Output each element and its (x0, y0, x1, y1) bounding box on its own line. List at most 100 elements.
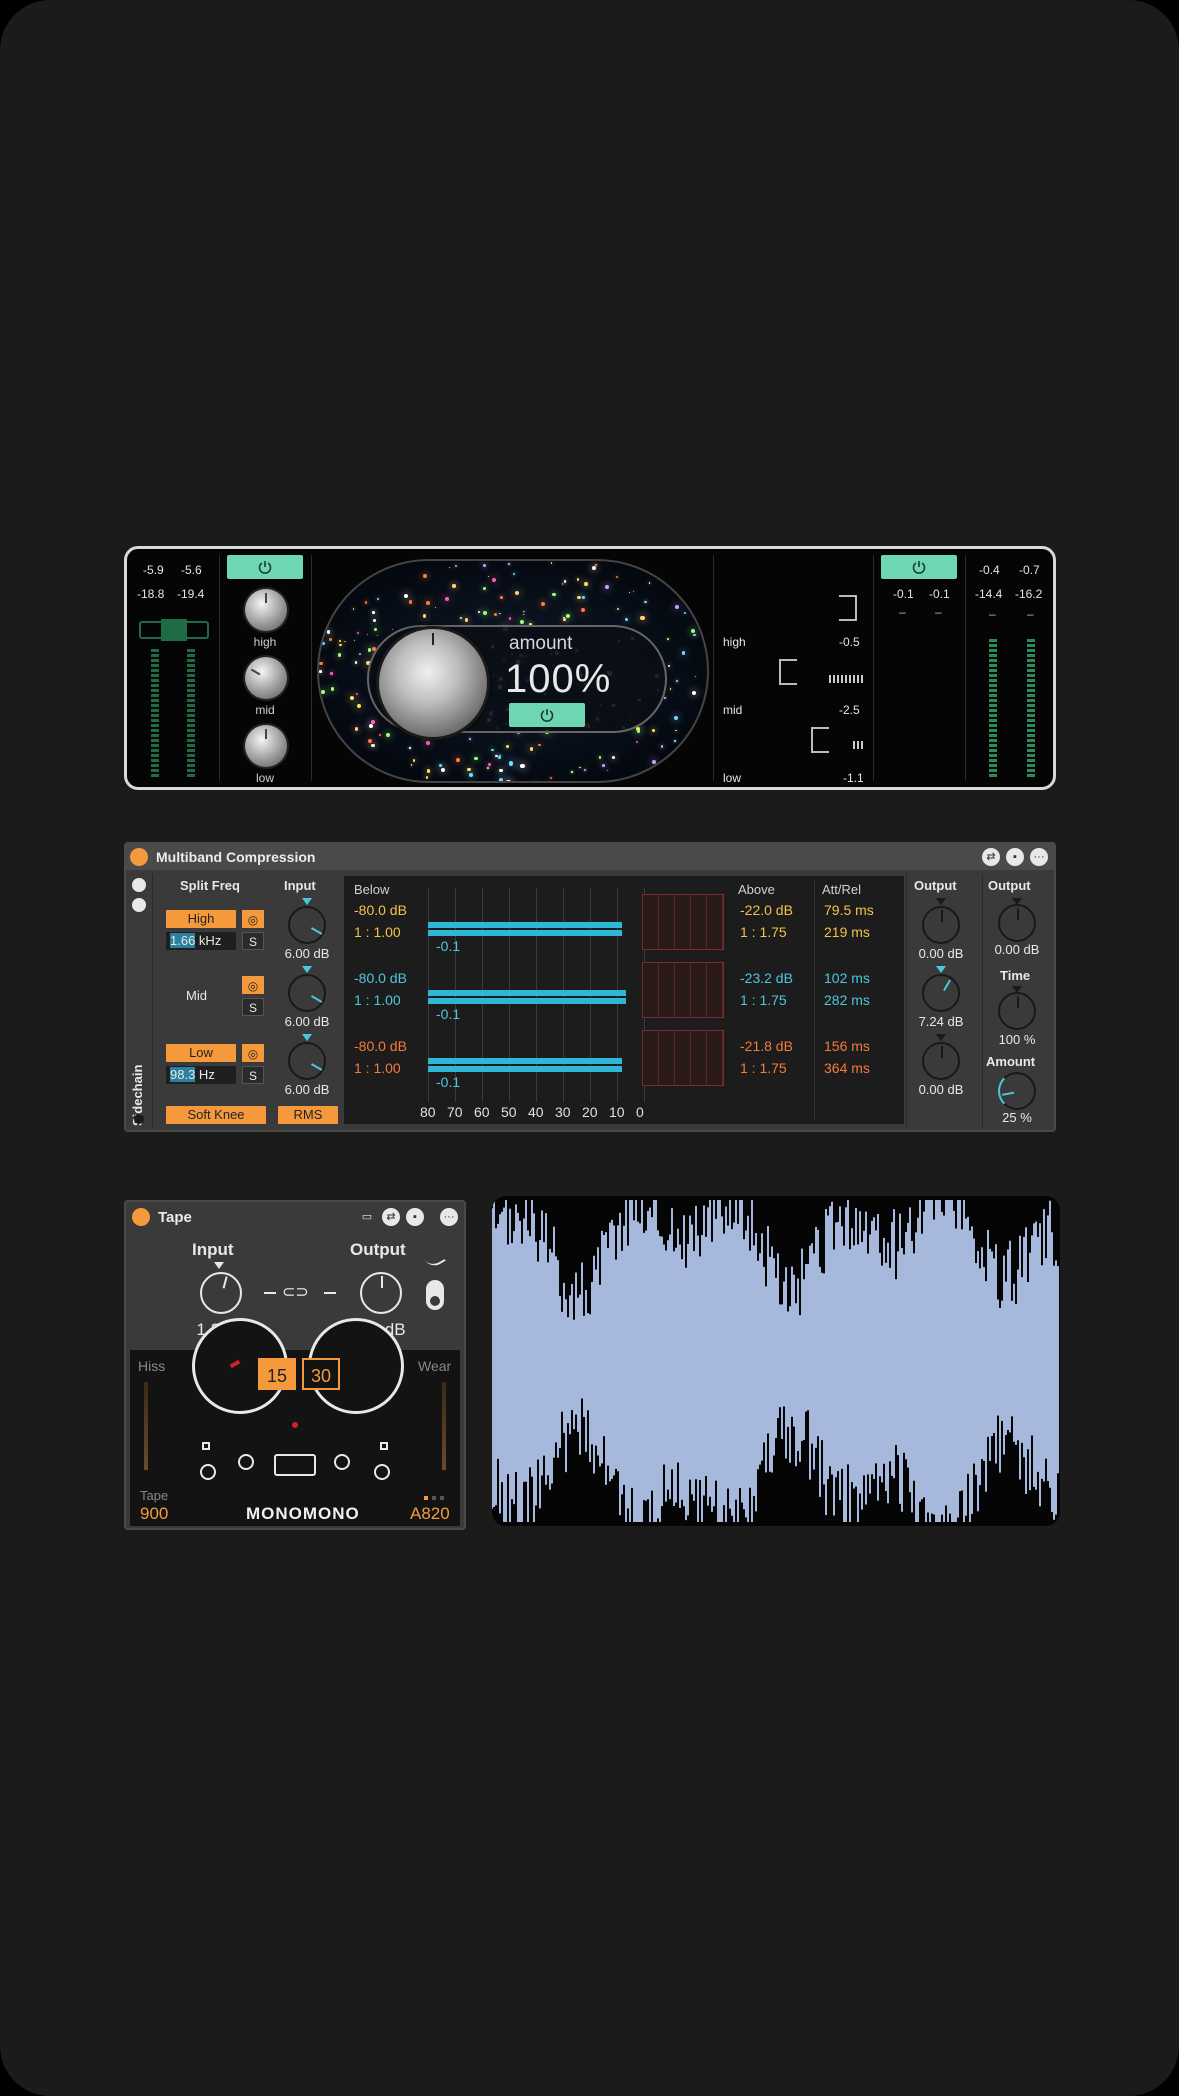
amount-knob[interactable] (379, 629, 487, 737)
above-threshold[interactable]: -21.8 dB (740, 1038, 793, 1054)
amount-value: 100% (505, 657, 612, 701)
divider (982, 874, 983, 1128)
link-icon[interactable]: ⊂⊃ (282, 1282, 309, 1302)
star (321, 641, 325, 645)
high-bypass-toggle[interactable]: ◎ (242, 910, 264, 928)
mid-output-knob[interactable] (922, 974, 960, 1012)
global-output-knob[interactable] (998, 904, 1036, 942)
amount-knob[interactable] (998, 1072, 1036, 1110)
out-dash: – (935, 605, 942, 619)
below-ratio[interactable]: 1 : 1.00 (354, 1060, 401, 1076)
save-icon[interactable]: ▪ (406, 1208, 424, 1226)
sidechain-toggle[interactable] (134, 1114, 144, 1124)
device-on-toggle[interactable] (132, 1208, 150, 1226)
gain-reduction-value[interactable]: -0.1 (436, 1074, 460, 1090)
output-power-button[interactable] (881, 555, 957, 579)
below-ratio[interactable]: 1 : 1.00 (354, 924, 401, 940)
speed-15-button[interactable]: 15 (258, 1358, 296, 1390)
low-input-knob[interactable] (288, 1042, 326, 1080)
star (344, 640, 346, 643)
tape-guide (238, 1454, 254, 1470)
above-threshold[interactable]: -23.2 dB (740, 970, 793, 986)
tape-roller (202, 1442, 210, 1450)
tape-output-knob[interactable] (360, 1272, 402, 1314)
amount-power-button[interactable] (509, 703, 585, 727)
model-value[interactable]: A820 (410, 1504, 450, 1524)
speed-30-button[interactable]: 30 (302, 1358, 340, 1390)
saturation-toggle[interactable] (426, 1280, 444, 1310)
time-knob[interactable] (998, 992, 1036, 1030)
gr-mid-value: -2.5 (839, 703, 860, 717)
star (591, 565, 597, 570)
below-threshold[interactable]: -80.0 dB (354, 902, 407, 918)
gain-reduction-value[interactable]: -0.1 (436, 938, 460, 954)
low-output-knob[interactable] (922, 1042, 960, 1080)
divider (219, 555, 220, 781)
tape-roller (380, 1442, 388, 1450)
axis-tick-label: 40 (528, 1104, 544, 1120)
star (354, 727, 359, 731)
gain-reduction-value[interactable]: -0.1 (436, 1006, 460, 1022)
model-dot (424, 1496, 428, 1500)
high-output-knob[interactable] (922, 906, 960, 944)
attack-time[interactable]: 156 ms (824, 1038, 870, 1054)
compression-graph[interactable]: Below Above Att/Rel 80 70 60 50 40 30 20 10 0 -80… (344, 876, 904, 1124)
star (651, 729, 655, 733)
tape-input-knob[interactable] (200, 1272, 242, 1314)
mid-knob[interactable] (245, 657, 287, 699)
wear-slider[interactable] (442, 1382, 446, 1470)
tape-type-value[interactable]: 900 (140, 1504, 168, 1524)
attack-time[interactable]: 79.5 ms (824, 902, 874, 918)
release-time[interactable]: 364 ms (824, 1060, 870, 1076)
mid-solo-button[interactable]: S (242, 998, 264, 1016)
threshold-region[interactable] (642, 962, 724, 1018)
mid-bypass-toggle[interactable]: ◎ (242, 976, 264, 994)
calendar-icon[interactable]: ▭ (358, 1208, 376, 1226)
above-ratio[interactable]: 1 : 1.75 (740, 924, 787, 940)
low-freq-field[interactable]: 98.3 Hz (166, 1066, 236, 1084)
high-freq-field[interactable]: 1.66 kHz (166, 932, 236, 950)
star (373, 627, 378, 631)
above-ratio[interactable]: 1 : 1.75 (740, 992, 787, 1008)
star (693, 633, 696, 637)
release-time[interactable]: 282 ms (824, 992, 870, 1008)
low-bypass-toggle[interactable]: ◎ (242, 1044, 264, 1062)
rms-button[interactable]: RMS (278, 1106, 338, 1124)
threshold-region[interactable] (642, 1030, 724, 1086)
save-icon[interactable]: ▪ (1006, 848, 1024, 866)
star (644, 600, 647, 604)
left-fader-handle[interactable] (161, 619, 187, 641)
high-solo-button[interactable]: S (242, 932, 264, 950)
expand-icon[interactable] (132, 878, 146, 892)
attack-time[interactable]: 102 ms (824, 970, 870, 986)
low-output-value: 0.00 dB (918, 1082, 964, 1097)
low-knob[interactable] (245, 725, 287, 767)
more-icon[interactable]: ··· (1030, 848, 1048, 866)
more-icon[interactable]: ··· (440, 1208, 458, 1226)
high-knob[interactable] (245, 589, 287, 631)
high-input-knob[interactable] (288, 906, 326, 944)
below-threshold[interactable]: -80.0 dB (354, 1038, 407, 1054)
above-ratio[interactable]: 1 : 1.75 (740, 1060, 787, 1076)
star (338, 639, 342, 642)
low-band-button[interactable]: Low (166, 1044, 236, 1062)
above-threshold[interactable]: -22.0 dB (740, 902, 793, 918)
device-on-toggle[interactable] (130, 848, 148, 866)
below-threshold[interactable]: -80.0 dB (354, 970, 407, 986)
hiss-slider[interactable] (144, 1382, 148, 1470)
low-solo-button[interactable]: S (242, 1066, 264, 1084)
star (491, 748, 494, 752)
star (683, 612, 686, 615)
high-band-button[interactable]: High (166, 910, 236, 928)
headphones-icon[interactable] (132, 898, 146, 912)
bands-power-button[interactable] (227, 555, 303, 579)
below-ratio[interactable]: 1 : 1.00 (354, 992, 401, 1008)
soft-knee-button[interactable]: Soft Knee (166, 1106, 266, 1124)
threshold-region[interactable] (642, 894, 724, 950)
hotswap-icon[interactable]: ⇄ (982, 848, 1000, 866)
star (692, 691, 697, 696)
release-time[interactable]: 219 ms (824, 924, 870, 940)
hotswap-icon[interactable]: ⇄ (382, 1208, 400, 1226)
waveform-display (492, 1196, 1060, 1526)
mid-input-knob[interactable] (288, 974, 326, 1012)
